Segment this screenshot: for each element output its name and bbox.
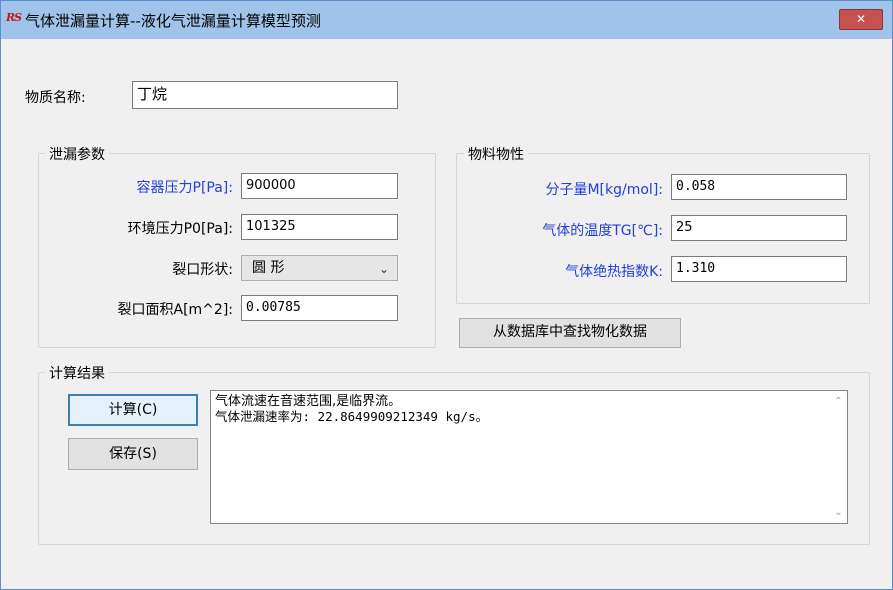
title-bar[interactable]: RS 气体泄漏量计算--液化气泄漏量计算模型预测 ✕ [1,1,892,39]
substance-name-input[interactable]: 丁烷 [132,81,398,109]
hole-shape-label: 裂口形状: [172,262,233,278]
result-line-2: 气体泄漏速率为: 22.8649909212349 kg/s。 [215,409,489,424]
save-button[interactable]: 保存(S) [68,438,198,470]
scroll-down-icon[interactable]: ⌄ [830,504,847,521]
gas-temperature-input[interactable]: 25 [671,215,847,241]
vessel-pressure-input[interactable]: 900000 [241,173,398,199]
molecular-weight-input[interactable]: 0.058 [671,174,847,200]
calculate-button[interactable]: 计算(C) [68,394,198,426]
lookup-database-button[interactable]: 从数据库中查找物化数据 [459,318,681,348]
molecular-weight-label: 分子量M[kg/mol]: [545,182,663,198]
result-line-1: 气体流速在音速范围,是临界流。 [215,394,402,409]
hole-shape-value: 圆 形 [252,260,285,276]
hole-area-input[interactable]: 0.00785 [241,295,398,321]
ambient-pressure-label: 环境压力P0[Pa]: [127,221,233,237]
hole-shape-dropdown[interactable]: 圆 形 ⌄ [241,255,398,281]
leak-params-title: 泄漏参数 [45,144,109,164]
vessel-pressure-label: 容器压力P[Pa]: [136,180,233,196]
close-icon: ✕ [855,12,867,26]
gas-temperature-label: 气体的温度TG[℃]: [542,223,663,239]
result-textarea[interactable]: 气体流速在音速范围,是临界流。 气体泄漏速率为: 22.864990921234… [210,390,848,524]
adiabatic-index-input[interactable]: 1.310 [671,256,847,282]
close-button[interactable]: ✕ [839,9,883,30]
main-window: RS 气体泄漏量计算--液化气泄漏量计算模型预测 ✕ 物质名称: 丁烷 泄漏参数… [0,0,893,590]
app-icon: RS [6,11,22,24]
material-props-title: 物料物性 [464,144,528,164]
window-title: 气体泄漏量计算--液化气泄漏量计算模型预测 [25,12,321,30]
scroll-up-icon[interactable]: ⌃ [830,393,847,410]
adiabatic-index-label: 气体绝热指数K: [565,264,663,280]
ambient-pressure-input[interactable]: 101325 [241,214,398,240]
chevron-down-icon: ⌄ [378,262,389,276]
hole-area-label: 裂口面积A[m^2]: [117,302,234,318]
result-scrollbar[interactable]: ⌃ ⌄ [830,391,847,523]
substance-label: 物质名称: [25,90,86,106]
results-title: 计算结果 [45,363,109,383]
